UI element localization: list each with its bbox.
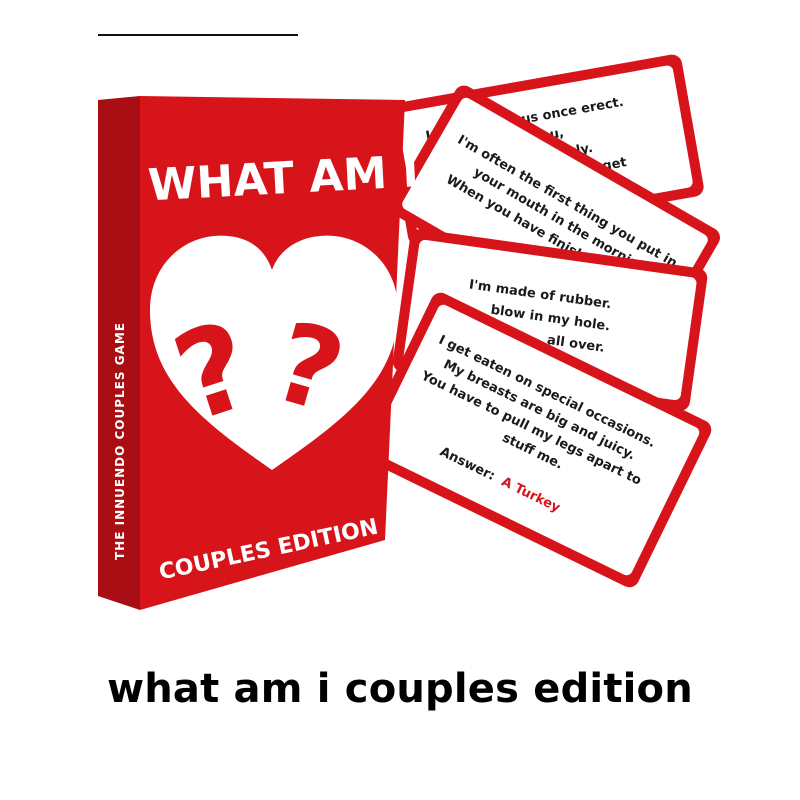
game-box: THE INNUENDO COUPLES GAME WHAT AM I ? ? … — [98, 96, 420, 610]
product-illustration: I am dangerous once erect. penetrates yo… — [98, 54, 720, 610]
product-photo: I am dangerous once erect. penetrates yo… — [0, 0, 800, 650]
box-side-text: THE INNUENDO COUPLES GAME — [113, 322, 127, 560]
page-caption: what am i couples edition — [107, 666, 693, 712]
